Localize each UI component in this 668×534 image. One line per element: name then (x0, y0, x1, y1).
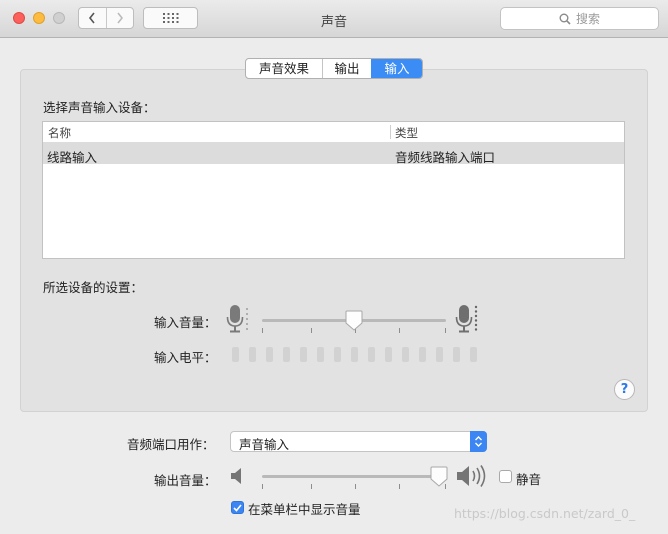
device-name: 线路输入 (47, 150, 98, 165)
level-meter-cell (232, 347, 239, 362)
help-icon: ? (620, 382, 629, 397)
level-meter-cell (283, 347, 290, 362)
port-select-value: 声音输入 (239, 437, 290, 452)
input-volume-label: 输入音量： (154, 315, 217, 330)
slider-tick (399, 484, 400, 489)
search-icon (559, 13, 571, 25)
tab-output[interactable]: 输出 (322, 59, 371, 78)
column-header-name[interactable]: 名称 (48, 125, 71, 141)
device-table: 名称 类型 线路输入 音频线路输入端口 (42, 121, 625, 259)
port-select[interactable]: 声音输入 (230, 431, 487, 452)
level-meter-cell (249, 347, 256, 362)
level-meter-cell (351, 347, 358, 362)
level-meter-cell (317, 347, 324, 362)
mic-low-icon (226, 305, 248, 333)
slider-tick (262, 328, 263, 333)
segmented-tabs: 声音效果 输出 输入 (245, 58, 423, 79)
help-button[interactable]: ? (614, 379, 635, 400)
mute-label: 静音 (516, 472, 542, 487)
slider-tick (262, 484, 263, 489)
mute-checkbox[interactable] (499, 470, 512, 483)
stepper-arrows-icon (470, 431, 487, 452)
table-header: 名称 类型 (43, 122, 624, 143)
slider-tick (311, 328, 312, 333)
level-meter-cell (419, 347, 426, 362)
show-in-menubar-label: 在菜单栏中显示音量 (248, 502, 361, 517)
level-meter-cell (368, 347, 375, 362)
device-type: 音频线路输入端口 (395, 150, 496, 165)
speaker-low-icon (231, 468, 241, 484)
level-meter-cell (300, 347, 307, 362)
tab-sound-effects[interactable]: 声音效果 (246, 59, 322, 78)
column-header-type[interactable]: 类型 (395, 125, 418, 141)
level-meter-cell (385, 347, 392, 362)
level-meter-cell (453, 347, 460, 362)
level-meter-cell (436, 347, 443, 362)
table-row[interactable]: 线路输入 音频线路输入端口 (43, 143, 624, 165)
checkmark-icon (233, 503, 242, 512)
watermark: https://blog.csdn.net/zard_0_ (454, 506, 636, 521)
mic-high-icon (455, 305, 478, 333)
level-meter-cell (266, 347, 273, 362)
level-meter-cell (470, 347, 477, 362)
output-volume-slider[interactable] (262, 475, 446, 478)
input-level-label: 输入电平： (154, 350, 217, 365)
port-label: 音频端口用作： (127, 437, 215, 452)
tab-input[interactable]: 输入 (371, 59, 422, 78)
level-meter-cell (334, 347, 341, 362)
column-divider (390, 125, 391, 139)
output-volume-thumb[interactable] (430, 466, 448, 487)
settings-heading: 所选设备的设置： (43, 280, 144, 295)
slider-tick (355, 484, 356, 489)
input-volume-thumb[interactable] (345, 310, 363, 331)
search-field[interactable]: 搜索 (500, 7, 659, 30)
speaker-high-icon (457, 465, 486, 487)
slider-tick (311, 484, 312, 489)
slider-tick (399, 328, 400, 333)
output-volume-label: 输出音量： (154, 473, 217, 488)
show-in-menubar-checkbox[interactable] (231, 501, 244, 514)
title-bar: 声音 搜索 (0, 0, 668, 38)
device-heading: 选择声音输入设备： (43, 100, 156, 115)
slider-tick (445, 328, 446, 333)
search-placeholder: 搜索 (575, 12, 600, 26)
level-meter-cell (402, 347, 409, 362)
